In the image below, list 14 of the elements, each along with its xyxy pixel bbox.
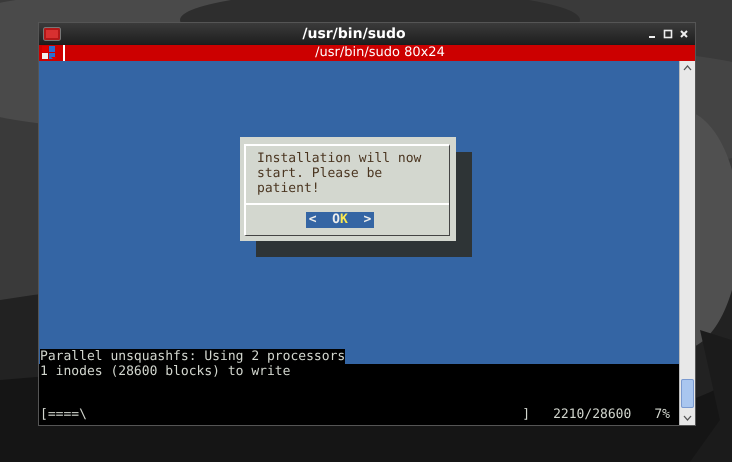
tab-menu-icon[interactable]: [41, 45, 57, 61]
progress-end: ]: [522, 407, 530, 422]
window-title: /usr/bin/sudo: [301, 26, 407, 42]
terminal-icon[interactable]: [43, 26, 61, 40]
scrollbar[interactable]: [679, 61, 695, 425]
progress-count: 2210/28600: [553, 407, 632, 422]
terminal-line: 1 inodes (28600 blocks) to write: [40, 364, 290, 379]
dialog-message: Installation will now start. Please be patient!: [256, 150, 422, 198]
progress-percent: 7%: [654, 407, 670, 422]
close-icon[interactable]: [679, 28, 689, 38]
maximize-icon[interactable]: [663, 28, 673, 38]
ok-button[interactable]: < OK >: [306, 212, 374, 228]
scroll-thumb[interactable]: [681, 379, 694, 408]
progress-bar-text: [====\: [40, 407, 87, 422]
